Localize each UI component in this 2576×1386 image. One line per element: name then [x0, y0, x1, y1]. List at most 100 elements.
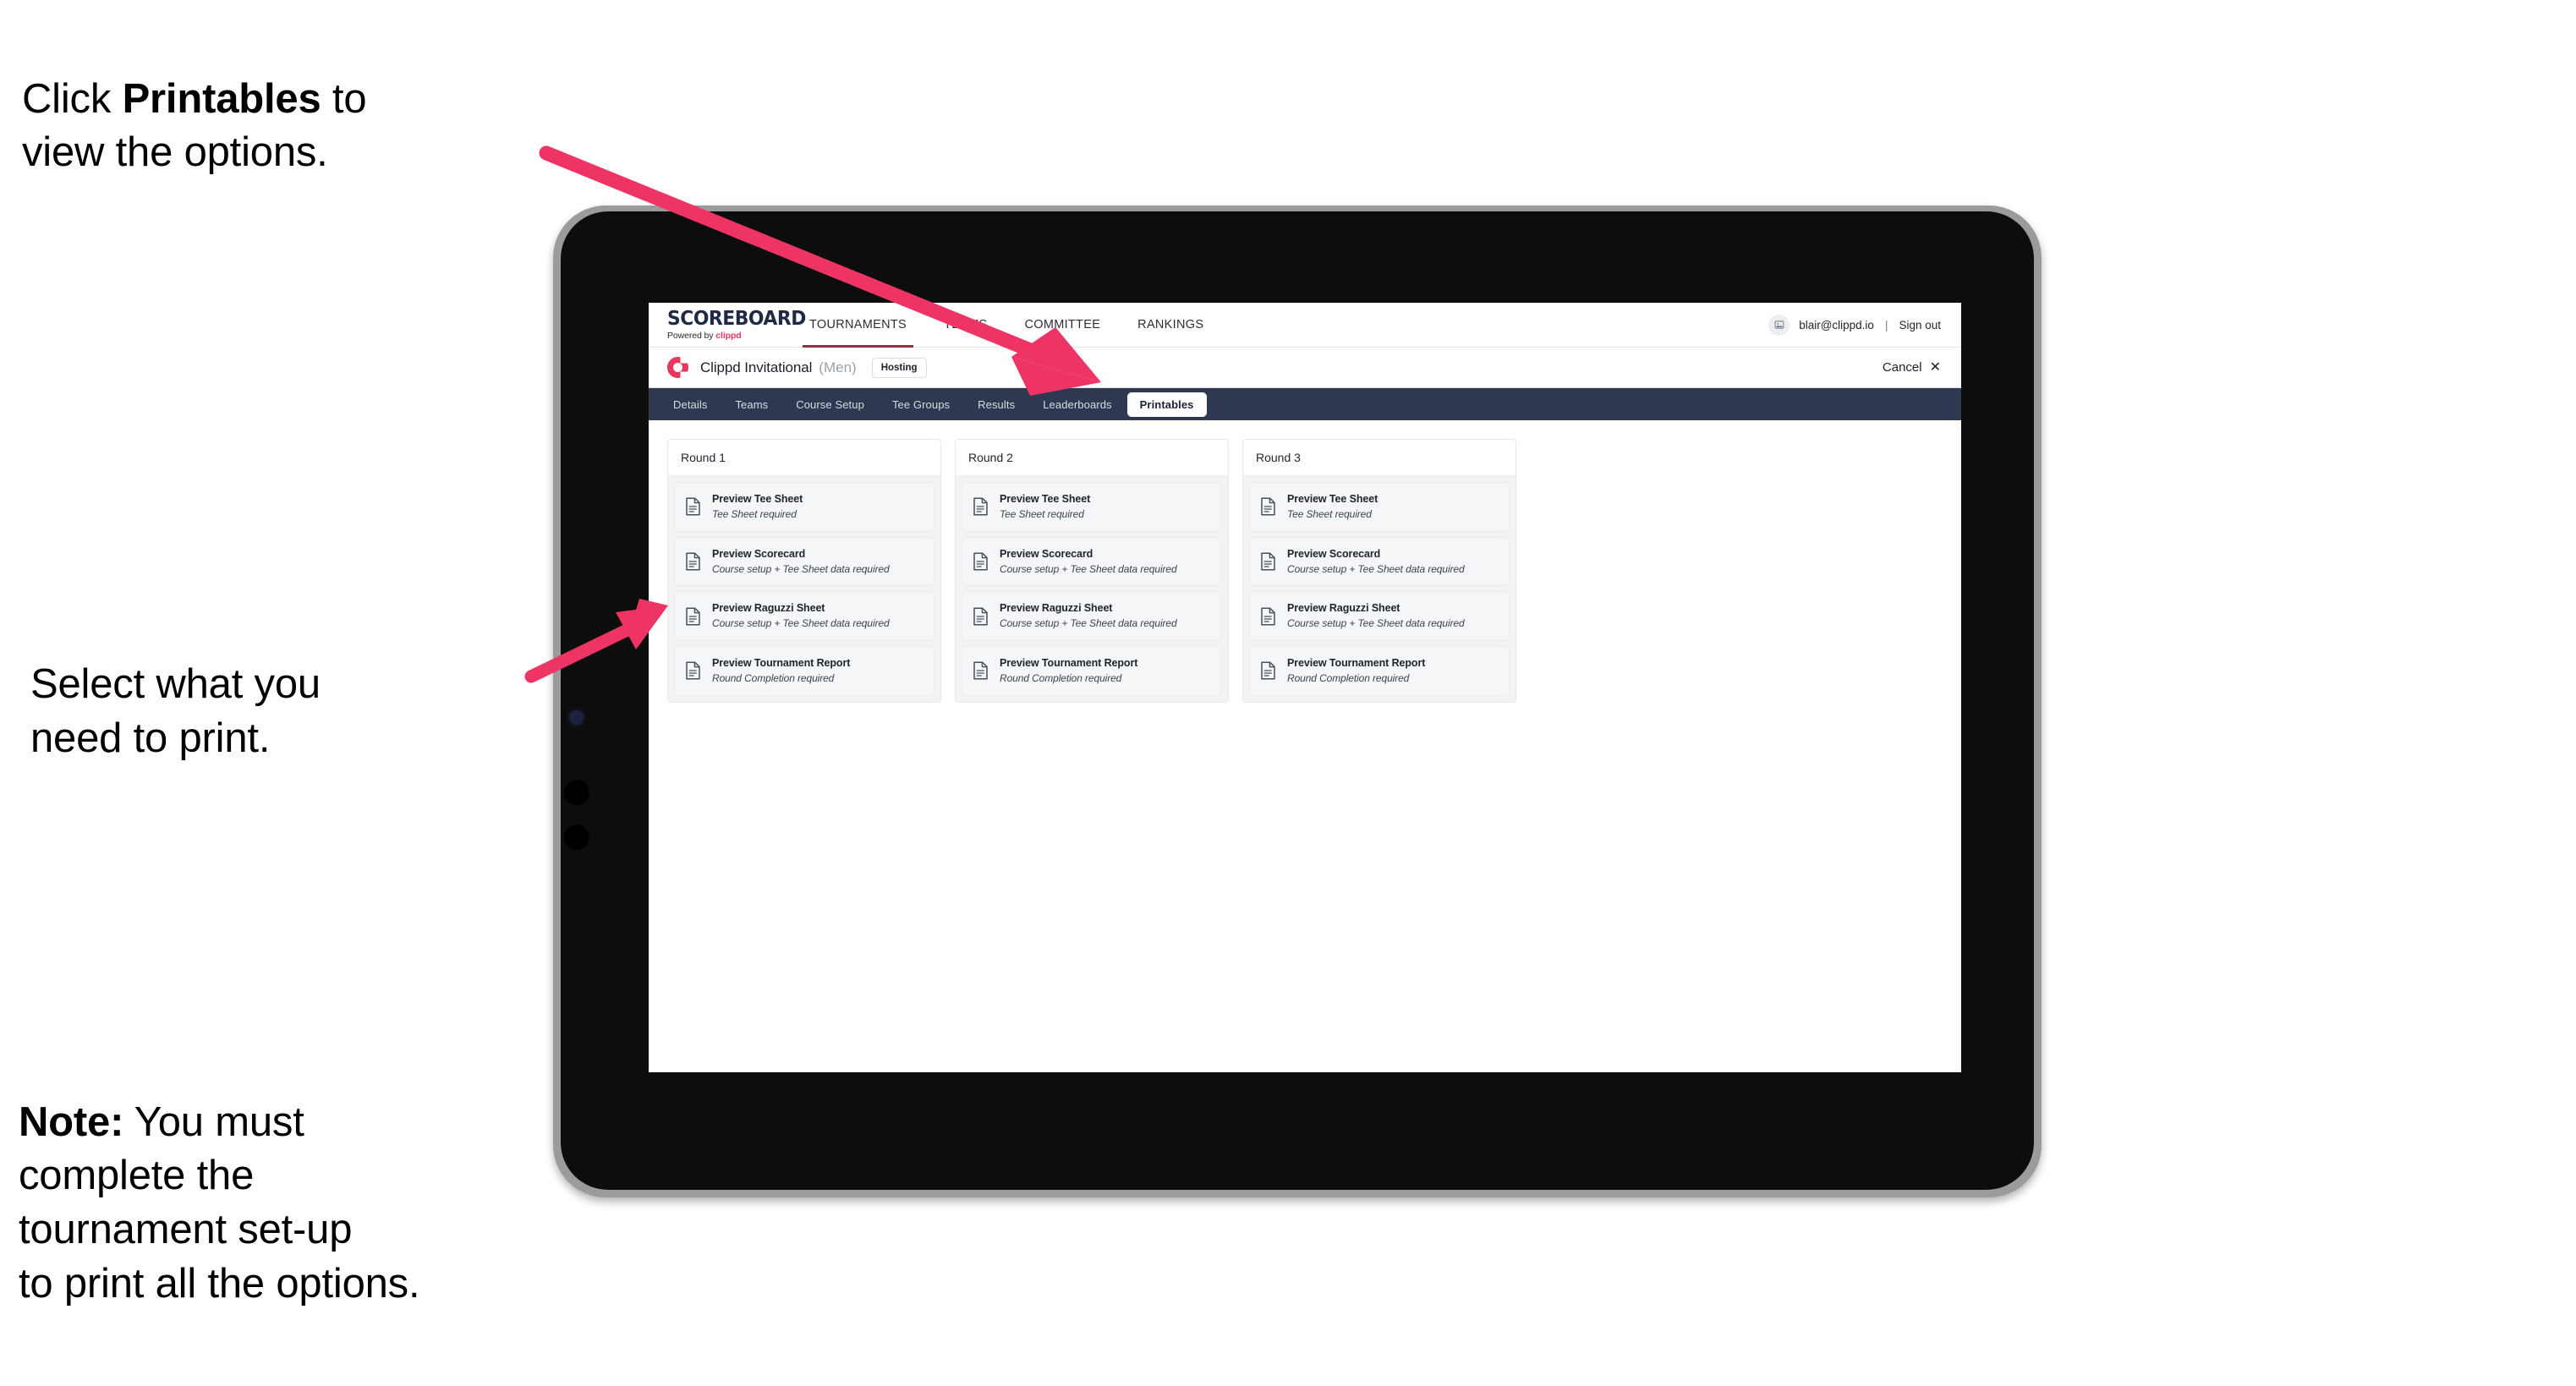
printable-item-requirement: Course setup + Tee Sheet data required — [712, 617, 890, 630]
printable-item-title: Preview Tournament Report — [712, 657, 851, 670]
round-header: Round 3 — [1243, 440, 1515, 476]
tab-details[interactable]: Details — [660, 392, 720, 417]
logo-wordmark: SCOREBOARD — [667, 307, 806, 330]
round-column: Round 2 Preview Tee Sheet Tee Sheet requir… — [955, 439, 1229, 703]
printable-item-requirement: Tee Sheet required — [1287, 507, 1372, 520]
printable-item-requirement: Round Completion required — [1287, 671, 1410, 684]
tab-leaderboards[interactable]: Leaderboards — [1030, 392, 1124, 417]
printable-item-title: Preview Scorecard — [1000, 547, 1093, 560]
annotation-note-label: Note: — [19, 1098, 124, 1145]
tab-printables[interactable]: Printables — [1126, 392, 1207, 417]
printable-item-title: Preview Tee Sheet — [1000, 493, 1091, 505]
tournament-title: Clippd Invitational — [700, 359, 813, 375]
printable-item[interactable]: Preview Tournament Report Round Completio… — [962, 646, 1222, 696]
printable-item-requirement: Course setup + Tee Sheet data required — [1287, 562, 1465, 575]
close-x-icon: ✕ — [1929, 359, 1941, 375]
printable-item[interactable]: Preview Tee Sheet Tee Sheet required — [962, 482, 1222, 532]
round-header: Round 2 — [956, 440, 1228, 476]
printable-item[interactable]: Preview Scorecard Course setup + Tee Shee… — [1249, 536, 1510, 587]
tab-course-setup[interactable]: Course Setup — [783, 392, 877, 417]
round-items-list: Preview Tee Sheet Tee Sheet required Previ… — [956, 476, 1228, 702]
annotation-select-to-print: Select what you need to print. — [30, 661, 321, 761]
printable-item[interactable]: Preview Raguzzi Sheet Course setup + Tee … — [962, 591, 1222, 642]
tab-tee-groups[interactable]: Tee Groups — [880, 392, 962, 417]
device-button-top[interactable] — [564, 780, 589, 805]
printable-item[interactable]: Preview Scorecard Course setup + Tee Shee… — [962, 536, 1222, 587]
printable-item-requirement: Tee Sheet required — [712, 507, 797, 520]
printable-item-requirement: Course setup + Tee Sheet data required — [1287, 617, 1465, 630]
printable-item-requirement: Round Completion required — [712, 671, 835, 684]
nav-item-teams[interactable]: TEAMS — [925, 303, 1006, 348]
logo-tagline: Powered by clippd — [667, 331, 771, 341]
document-icon — [685, 497, 701, 516]
printable-item[interactable]: Preview Tee Sheet Tee Sheet required — [1249, 482, 1510, 532]
document-icon — [685, 661, 701, 680]
document-icon — [1260, 607, 1276, 626]
tablet-screen-frame: SCOREBOARD Powered by clippd TOURNAMENTS… — [561, 211, 2034, 1190]
document-icon — [973, 552, 989, 571]
cancel-label: Cancel — [1882, 360, 1922, 375]
printable-item[interactable]: Preview Tournament Report Round Completio… — [674, 646, 934, 696]
printable-item-requirement: Course setup + Tee Sheet data required — [1000, 562, 1177, 575]
account-area: blair@clippd.io | Sign out — [1768, 314, 1961, 336]
section-tabs: Details Teams Course Setup Tee Groups Re… — [649, 388, 1961, 420]
logo-tagline-prefix: Powered by — [667, 330, 716, 341]
annotation-click-printables: Click Printables to view the options. — [22, 19, 563, 180]
hosting-badge: Hosting — [871, 357, 927, 378]
printable-item-requirement: Course setup + Tee Sheet data required — [1000, 617, 1177, 630]
tab-results[interactable]: Results — [965, 392, 1028, 417]
account-email: blair@clippd.io — [1799, 318, 1874, 331]
tab-teams[interactable]: Teams — [722, 392, 781, 417]
round-header: Round 1 — [668, 440, 940, 476]
annotation-top-prefix: Click — [22, 75, 123, 122]
document-icon — [973, 661, 989, 680]
printable-item[interactable]: Preview Raguzzi Sheet Course setup + Tee … — [1249, 591, 1510, 642]
printable-item-title: Preview Raguzzi Sheet — [1287, 602, 1400, 615]
document-icon — [685, 552, 701, 571]
printable-item-title: Preview Scorecard — [712, 547, 806, 560]
scoreboard-logo[interactable]: SCOREBOARD Powered by clippd — [667, 307, 806, 341]
app-header: SCOREBOARD Powered by clippd TOURNAMENTS… — [649, 303, 1961, 348]
nav-item-tournaments[interactable]: TOURNAMENTS — [791, 303, 925, 348]
document-icon — [685, 607, 701, 626]
document-icon — [1260, 497, 1276, 516]
printable-item-title: Preview Tee Sheet — [712, 493, 803, 505]
printable-item-requirement: Tee Sheet required — [1000, 507, 1084, 520]
annotation-top-bold: Printables — [122, 75, 321, 122]
printables-rounds-grid: Round 1 Preview Tee Sheet Tee Sheet requir… — [649, 420, 1961, 703]
sign-out-link[interactable]: Sign out — [1899, 319, 1941, 331]
printable-item[interactable]: Preview Raguzzi Sheet Course setup + Tee … — [674, 591, 934, 642]
document-icon — [1260, 552, 1276, 571]
document-icon — [973, 497, 989, 516]
tournament-gender: (Men) — [819, 359, 857, 375]
account-separator: | — [1884, 318, 1888, 331]
printable-item-title: Preview Tournament Report — [1000, 657, 1138, 670]
printable-item[interactable]: Preview Scorecard Course setup + Tee Shee… — [674, 536, 934, 587]
round-column: Round 1 Preview Tee Sheet Tee Sheet requir… — [667, 439, 941, 703]
printable-item-title: Preview Raguzzi Sheet — [1000, 602, 1113, 615]
tournament-bar: Clippd Invitational (Men) Hosting Cancel… — [649, 348, 1961, 388]
printable-item[interactable]: Preview Tee Sheet Tee Sheet required — [674, 482, 934, 532]
clippd-c-logo-icon — [667, 357, 688, 378]
front-camera-icon — [569, 710, 584, 725]
round-column: Round 3 Preview Tee Sheet Tee Sheet requir… — [1242, 439, 1516, 703]
document-icon — [1260, 661, 1276, 680]
app-screen: SCOREBOARD Powered by clippd TOURNAMENTS… — [649, 303, 1961, 1072]
device-button-bottom[interactable] — [564, 824, 589, 850]
cancel-button[interactable]: Cancel ✕ — [1883, 360, 1941, 375]
nav-item-rankings[interactable]: RANKINGS — [1119, 303, 1222, 348]
printable-item-title: Preview Raguzzi Sheet — [712, 602, 825, 615]
nav-item-committee[interactable]: COMMITTEE — [1006, 303, 1119, 348]
logo-tagline-brand: clippd — [715, 330, 742, 341]
printable-item-title: Preview Tournament Report — [1287, 657, 1426, 670]
tablet-device: SCOREBOARD Powered by clippd TOURNAMENTS… — [553, 205, 2042, 1197]
user-avatar-icon[interactable] — [1768, 314, 1790, 336]
round-items-list: Preview Tee Sheet Tee Sheet required Previ… — [668, 476, 940, 702]
printable-item[interactable]: Preview Tournament Report Round Completio… — [1249, 646, 1510, 696]
primary-nav: TOURNAMENTS TEAMS COMMITTEE RANKINGS — [791, 303, 1222, 348]
printable-item-title: Preview Scorecard — [1287, 547, 1381, 560]
round-items-list: Preview Tee Sheet Tee Sheet required Previ… — [1243, 476, 1515, 702]
printable-item-title: Preview Tee Sheet — [1287, 493, 1378, 505]
document-icon — [973, 607, 989, 626]
printable-item-requirement: Course setup + Tee Sheet data required — [712, 562, 890, 575]
